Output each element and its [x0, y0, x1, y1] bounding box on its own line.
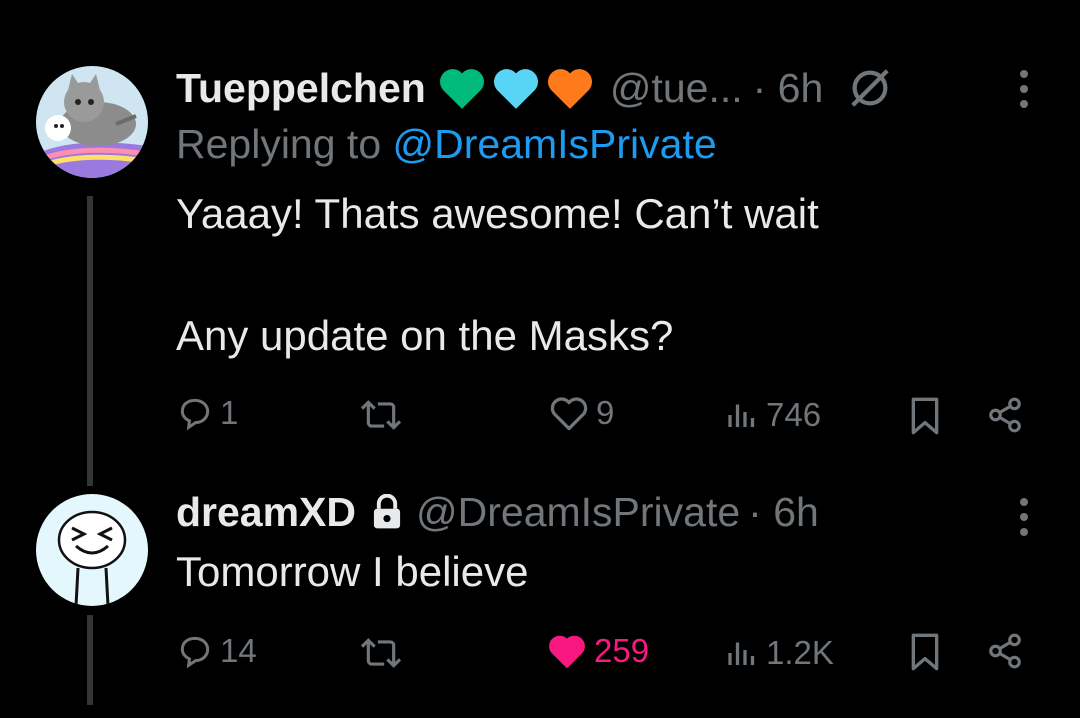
- tweet1-like-button[interactable]: 9: [548, 394, 614, 432]
- tweet2-handle[interactable]: @DreamIsPrivate: [416, 489, 740, 536]
- tweet2-time[interactable]: · 6h: [748, 489, 819, 536]
- tweet2-more-icon[interactable]: [1017, 498, 1031, 536]
- avatar-dreamxd[interactable]: [36, 494, 148, 606]
- tweet1-text-line2: Any update on the Masks?: [176, 312, 674, 359]
- bookmark-icon: [911, 633, 939, 671]
- bookmark-icon: [911, 397, 939, 435]
- replying-mention[interactable]: @DreamIsPrivate: [393, 121, 717, 167]
- tweet2-share-button[interactable]: [986, 632, 1024, 670]
- tweet1-reply-count: 1: [220, 394, 239, 431]
- tweet1-time[interactable]: · 6h: [753, 65, 824, 112]
- tweet1-retweet-button[interactable]: [358, 396, 404, 434]
- share-icon: [989, 397, 1021, 433]
- cat-avatar-icon: [36, 66, 148, 178]
- tweet2-view-count: 1.2K: [766, 634, 834, 671]
- retweet-icon: [360, 638, 402, 668]
- tweet2-header: dreamXD @DreamIsPrivate · 6h: [176, 486, 819, 538]
- tweet2-bookmark-button[interactable]: [908, 632, 942, 672]
- tweet1-views-button[interactable]: 746: [724, 396, 821, 434]
- thread-line-1: [87, 196, 93, 486]
- tweet2-like-button[interactable]: 259: [546, 632, 649, 670]
- tweet2-retweet-button[interactable]: [358, 634, 404, 672]
- replying-to: Replying to @DreamIsPrivate: [176, 121, 717, 168]
- tweet2-author-name[interactable]: dreamXD: [176, 489, 356, 536]
- share-icon: [989, 633, 1021, 669]
- tweet2-text-line1: Tomorrow I believe: [176, 548, 529, 595]
- tweet1-view-count: 746: [766, 396, 822, 433]
- tweet2-reply-count: 14: [220, 632, 257, 669]
- orange-heart-icon: [544, 65, 596, 111]
- tweet1-author-name[interactable]: Tueppelchen: [176, 65, 426, 112]
- tweet1-like-count: 9: [596, 394, 615, 431]
- dream-face-avatar-icon: [36, 494, 148, 606]
- reply-icon: [180, 636, 210, 669]
- replying-prefix: Replying to: [176, 121, 393, 167]
- tweet1-more-icon[interactable]: [1017, 70, 1031, 108]
- heart-icon: [550, 397, 588, 431]
- avatar-tueppelchen[interactable]: [36, 66, 148, 178]
- retweet-icon: [360, 400, 402, 430]
- tweet1-text-line1: Yaaay! Thats awesome! Can’t wait: [176, 190, 819, 237]
- tweet1-reply-button[interactable]: 1: [176, 394, 238, 432]
- tweet1-handle[interactable]: @tue...: [610, 65, 743, 112]
- lock-icon: [370, 494, 404, 530]
- tweet2-reply-button[interactable]: 14: [176, 632, 257, 670]
- reply-icon: [180, 398, 210, 431]
- views-icon: [728, 404, 755, 427]
- grok-icon[interactable]: [847, 65, 893, 111]
- views-icon: [728, 642, 755, 665]
- tweet1-share-button[interactable]: [986, 396, 1024, 434]
- tweet1-header: Tueppelchen @tue... · 6h: [176, 62, 893, 114]
- blue-heart-icon: [490, 65, 542, 111]
- heart-filled-icon: [549, 635, 585, 668]
- thread-line-2: [87, 615, 93, 705]
- tweet2-like-count: 259: [594, 632, 650, 669]
- green-heart-icon: [436, 65, 488, 111]
- tweet1-bookmark-button[interactable]: [908, 396, 942, 436]
- tweet2-views-button[interactable]: 1.2K: [724, 634, 834, 672]
